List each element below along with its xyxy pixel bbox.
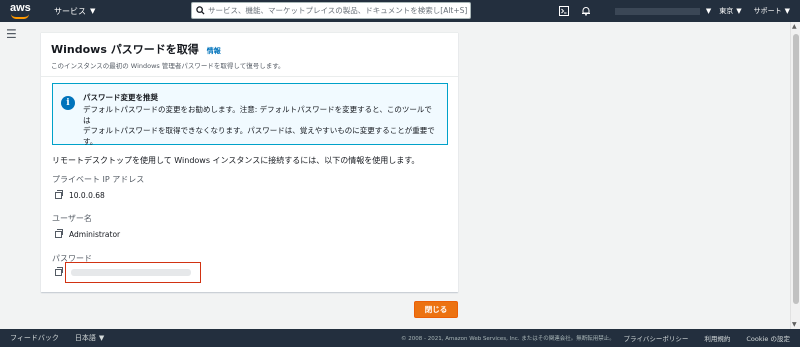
nav-right: ▼ 東京 ▼ サポート ▼ bbox=[553, 0, 800, 22]
alert-content: パスワード変更を推奨 デフォルトパスワードの変更をお勧めします。注意: デフォル… bbox=[83, 92, 439, 147]
panel-description: このインスタンスの最初の Windows 管理者パスワードを取得して復号します。 bbox=[51, 62, 285, 70]
search-icon bbox=[192, 6, 208, 15]
region-label: 東京 bbox=[719, 7, 734, 15]
aws-logo[interactable]: aws bbox=[10, 1, 34, 21]
aws-smile-icon bbox=[11, 14, 29, 19]
caret-down-icon: ▼ bbox=[784, 7, 790, 15]
caret-down-icon: ▼ bbox=[90, 7, 96, 15]
copy-icon[interactable] bbox=[55, 190, 63, 199]
password-change-alert: i パスワード変更を推奨 デフォルトパスワードの変更をお勧めします。注意: デフ… bbox=[52, 83, 448, 147]
username-row: Administrator bbox=[55, 229, 121, 239]
copyright-text: © 2008 - 2021, Amazon Web Services, Inc.… bbox=[401, 336, 615, 342]
password-value-redacted bbox=[71, 269, 191, 276]
info-icon: i bbox=[61, 96, 75, 110]
caret-down-icon: ▼ bbox=[736, 7, 742, 15]
support-menu-button[interactable]: サポート ▼ bbox=[754, 6, 790, 16]
language-label: 日本語 bbox=[74, 334, 96, 342]
username-label: ユーザー名 bbox=[52, 214, 92, 223]
alert-body-line: す。 bbox=[83, 136, 98, 146]
caret-down-icon: ▼ bbox=[98, 334, 105, 342]
footer-links: プライバシーポリシー 利用規約 Cookie の設定 bbox=[623, 333, 790, 343]
alert-body: デフォルトパスワードの変更をお勧めします。注意: デフォルトパスワードを変更する… bbox=[83, 105, 439, 147]
alert-body-line: デフォルトパスワードを取得できなくなります。パスワードは、覚えやすいものに変更す… bbox=[83, 126, 435, 135]
info-link[interactable]: 情報 bbox=[207, 46, 221, 56]
alert-title: パスワード変更を推奨 bbox=[83, 93, 158, 102]
support-label: サポート bbox=[753, 7, 782, 15]
scroll-down-icon[interactable]: ▼ bbox=[792, 321, 797, 328]
page-scrollbar[interactable]: ▲ ▼ bbox=[790, 22, 800, 329]
password-row bbox=[55, 267, 63, 276]
panel-header: Windows パスワードを取得 情報 このインスタンスの最初の Windows… bbox=[41, 33, 458, 77]
connection-instructions: リモートデスクトップを使用して Windows インスタンスに接続するには、以下… bbox=[52, 156, 420, 165]
copy-icon[interactable] bbox=[55, 267, 63, 276]
search-input[interactable]: サービス、機能、マーケットプレイスの製品、ドキュメントを検索し[Alt+S] bbox=[191, 2, 471, 19]
panel-title-row: Windows パスワードを取得 情報 bbox=[51, 41, 448, 57]
private-ip-value: 10.0.0.68 bbox=[69, 191, 105, 200]
top-nav: aws サービス ▼ サービス、機能、マーケットプレイスの製品、ドキュメントを検… bbox=[0, 0, 800, 22]
private-ip-row: 10.0.0.68 bbox=[55, 190, 105, 200]
bell-icon[interactable] bbox=[575, 0, 597, 22]
page-title: Windows パスワードを取得 bbox=[51, 43, 199, 56]
alert-body-line: デフォルトパスワードの変更をお勧めします。注意: デフォルトパスワードを変更する… bbox=[83, 105, 432, 125]
close-button[interactable]: 閉じる bbox=[414, 301, 458, 318]
caret-down-icon: ▼ bbox=[705, 7, 712, 15]
hamburger-menu-icon[interactable]: ☰ bbox=[6, 27, 17, 41]
cloudshell-icon[interactable] bbox=[553, 0, 575, 22]
language-selector[interactable]: 日本語 ▼ bbox=[75, 333, 104, 343]
aws-logo-text: aws bbox=[10, 2, 31, 14]
private-ip-label: プライベート IP アドレス bbox=[52, 175, 145, 184]
get-windows-password-panel: Windows パスワードを取得 情報 このインスタンスの最初の Windows… bbox=[41, 32, 458, 292]
feedback-link[interactable]: フィードバック bbox=[10, 333, 59, 343]
search-placeholder: サービス、機能、マーケットプレイスの製品、ドキュメントを検索し[Alt+S] bbox=[208, 6, 468, 15]
privacy-policy-link[interactable]: プライバシーポリシー bbox=[623, 333, 688, 343]
account-menu-redacted[interactable] bbox=[614, 7, 700, 15]
services-menu-button[interactable]: サービス ▼ bbox=[54, 6, 95, 17]
copy-icon[interactable] bbox=[55, 229, 63, 238]
username-value: Administrator bbox=[69, 230, 121, 239]
scroll-up-icon[interactable]: ▲ bbox=[792, 23, 797, 30]
password-highlight-box bbox=[65, 262, 201, 283]
scrollbar-thumb[interactable] bbox=[793, 34, 799, 304]
cookie-settings-link[interactable]: Cookie の設定 bbox=[746, 333, 790, 343]
services-label: サービス bbox=[54, 6, 86, 16]
terms-link[interactable]: 利用規約 bbox=[704, 333, 730, 343]
region-menu-button[interactable]: 東京 ▼ bbox=[719, 6, 741, 16]
footer: フィードバック 日本語 ▼ © 2008 - 2021, Amazon Web … bbox=[0, 329, 800, 347]
